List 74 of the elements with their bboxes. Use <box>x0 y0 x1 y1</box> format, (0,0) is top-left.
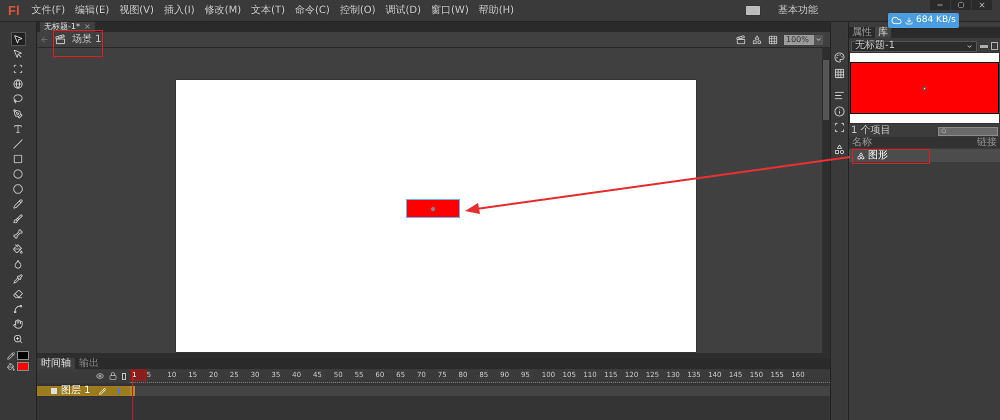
menu-item[interactable]: 修改(M) <box>202 4 244 16</box>
minimize-button[interactable] <box>930 0 950 10</box>
search-field[interactable] <box>938 126 998 136</box>
pencil-tool-icon[interactable] <box>10 197 26 211</box>
paint-bucket-tool-icon[interactable] <box>10 242 26 256</box>
app-logo: Fl <box>8 2 20 20</box>
panel-tab[interactable]: 时间轴 <box>37 358 75 369</box>
color-swatch[interactable] <box>17 362 29 371</box>
panel-tab[interactable]: 库 <box>875 27 891 38</box>
pen-tool-icon[interactable] <box>10 107 26 121</box>
network-speed-badge: 684 KB/s <box>888 13 959 28</box>
scene-name[interactable]: 场景 1 <box>72 34 102 46</box>
bone-tool-icon[interactable] <box>10 227 26 241</box>
registration-point-icon <box>431 206 435 210</box>
panel-tab[interactable]: 输出 <box>75 358 103 369</box>
outline-marker <box>118 388 120 394</box>
search-icon <box>941 128 947 134</box>
maximize-button[interactable] <box>951 0 971 10</box>
menu-item[interactable]: 控制(O) <box>338 4 378 16</box>
close-icon <box>978 1 986 9</box>
menu-item[interactable]: 窗口(W) <box>429 4 471 16</box>
panel-tab[interactable]: 属性 <box>849 27 875 38</box>
line-tool-icon[interactable] <box>10 137 26 151</box>
shapes-icon[interactable] <box>752 34 762 44</box>
eraser-tool-icon[interactable] <box>10 287 26 301</box>
graphic-symbol-icon <box>857 152 865 160</box>
horizontal-scrollbar[interactable] <box>37 353 830 358</box>
registration-point-icon <box>923 86 926 90</box>
paint-bucket-icon <box>7 362 15 370</box>
shapes-icon[interactable] <box>834 144 845 155</box>
brush-tool-icon[interactable] <box>10 212 26 226</box>
chevron-down-icon <box>815 36 822 43</box>
pencil-icon <box>99 388 106 394</box>
globe-tool-icon[interactable] <box>10 77 26 91</box>
menu-item[interactable]: 文件(F) <box>30 4 68 16</box>
item-count: 1 个项目 <box>851 126 891 136</box>
highlight-frame <box>53 30 103 57</box>
clapperboard-icon[interactable] <box>736 34 746 44</box>
menu-item[interactable]: 插入(I) <box>162 4 197 16</box>
menu-item[interactable]: 文本(T) <box>249 4 288 16</box>
vertical-scrollbar[interactable] <box>822 48 830 353</box>
column-header[interactable]: 链接 <box>977 136 997 148</box>
lasso-tool-icon[interactable] <box>10 92 26 106</box>
document-tab[interactable]: 无标题-1* × <box>40 22 95 32</box>
library-item[interactable]: 图形 <box>849 149 1000 162</box>
tab-close-icon[interactable]: × <box>84 22 91 32</box>
hand-tool-icon[interactable] <box>10 317 26 331</box>
pencil-icon <box>7 352 15 360</box>
workspace-switcher[interactable]: 基本功能 <box>778 4 818 16</box>
maximize-icon <box>958 2 964 8</box>
layer-icon <box>51 388 57 394</box>
layer-row[interactable]: 图层 1 <box>37 386 130 396</box>
info-icon[interactable] <box>834 106 845 117</box>
color-swatch[interactable] <box>17 351 29 360</box>
palette-icon[interactable] <box>834 52 845 63</box>
polygon-tool-icon[interactable] <box>10 182 26 196</box>
document-title: 无标题-1* <box>44 22 80 32</box>
align-icon[interactable] <box>834 90 845 101</box>
menu-item[interactable]: 帮助(H) <box>476 4 516 16</box>
swatches-icon[interactable] <box>834 68 845 79</box>
chevron-down-icon <box>966 42 973 50</box>
menu-item[interactable]: 编辑(E) <box>73 4 112 16</box>
menu-item[interactable]: 调试(D) <box>384 4 424 16</box>
lock-icon[interactable] <box>109 372 117 380</box>
oval-tool-icon[interactable] <box>10 167 26 181</box>
document-dropdown[interactable]: 无标题-1 <box>851 40 977 52</box>
outline-icon[interactable] <box>122 372 126 380</box>
transform-icon[interactable] <box>834 122 845 133</box>
selection-tool-icon[interactable] <box>10 32 26 46</box>
clapperboard-icon <box>55 34 66 45</box>
column-header[interactable]: 名称 <box>852 136 872 148</box>
menu-item[interactable]: 命令(C) <box>293 4 332 16</box>
menu-item[interactable]: 视图(V) <box>117 4 156 16</box>
eye-icon[interactable] <box>96 372 104 380</box>
